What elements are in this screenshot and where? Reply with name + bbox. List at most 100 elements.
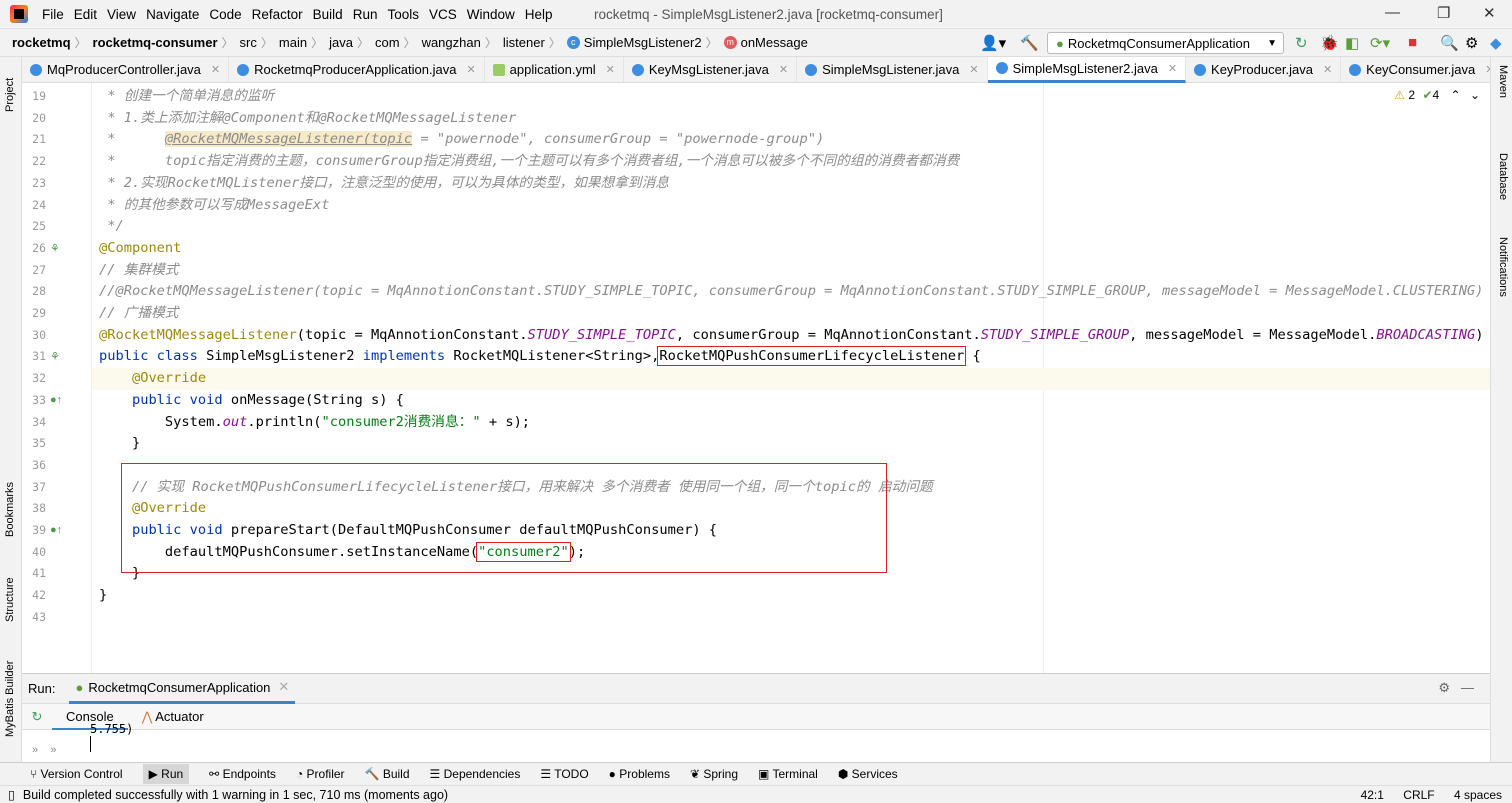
editor-tab[interactable]: SimpleMsgListener.java ✕ bbox=[797, 56, 988, 83]
minimize-icon[interactable]: — bbox=[1461, 680, 1474, 695]
editor-tab[interactable]: KeyMsgListener.java ✕ bbox=[624, 56, 798, 83]
tool-spring[interactable]: ❦ Spring bbox=[690, 767, 738, 781]
maximize-icon[interactable]: ❐ bbox=[1437, 4, 1450, 22]
gear-icon[interactable]: ⚙ bbox=[1438, 680, 1450, 696]
tool-bookmarks[interactable]: Bookmarks bbox=[4, 482, 16, 537]
code-editor[interactable]: 19 20 21 22 23 24 25 26 ⚘ 27 28 29 30 31 ⚘ 32 33 ●↑ 34 35 36… bbox=[22, 83, 1490, 673]
menu-vcs[interactable]: VCS bbox=[429, 7, 457, 22]
breadcrumb-item[interactable]: src bbox=[240, 35, 257, 50]
menu-window[interactable]: Window bbox=[467, 7, 515, 22]
tool-maven[interactable]: Maven bbox=[1497, 65, 1509, 98]
tool-project[interactable]: Project bbox=[4, 78, 16, 112]
menu-help[interactable]: Help bbox=[525, 7, 553, 22]
tool-dependencies[interactable]: ☰ Dependencies bbox=[430, 767, 521, 781]
code-token: * 2.实现RocketMQListener接口，注意泛型的使用，可以为具体的类… bbox=[99, 174, 669, 191]
line-number: 21 bbox=[32, 132, 46, 147]
stop-icon[interactable]: ■ bbox=[1408, 34, 1417, 51]
override-icon[interactable]: ●↑ bbox=[50, 394, 62, 406]
chevron-up-icon[interactable]: ⌃ bbox=[1451, 88, 1461, 102]
editor-tab[interactable]: application.yml ✕ bbox=[485, 56, 624, 83]
tool-run[interactable]: ▶ Run bbox=[142, 764, 190, 784]
menu-tools[interactable]: Tools bbox=[387, 7, 419, 22]
close-icon[interactable]: ✕ bbox=[1483, 4, 1496, 22]
breadcrumb-item[interactable]: rocketmq bbox=[12, 35, 71, 50]
run-panel: Run: ● RocketmqConsumerApplication ✕ ⚙ — ↻… bbox=[22, 673, 1490, 762]
rerun-icon[interactable]: ↻ bbox=[1295, 34, 1308, 52]
editor-tab[interactable]: KeyConsumer.java✕ bbox=[1341, 56, 1504, 83]
build-hammer-icon[interactable]: 🔨 bbox=[1020, 34, 1039, 52]
menu-view[interactable]: View bbox=[107, 7, 136, 22]
tool-endpoints[interactable]: ⚯ Endpoints bbox=[209, 767, 276, 781]
minimize-icon[interactable]: — bbox=[1385, 4, 1400, 21]
breadcrumb-item[interactable]: com bbox=[375, 35, 400, 50]
code-token: //@RocketMQMessageListener(topic = MqAnn… bbox=[99, 283, 1484, 300]
close-icon[interactable]: ✕ bbox=[211, 63, 220, 76]
run-tab[interactable]: ● RocketmqConsumerApplication ✕ bbox=[69, 674, 296, 704]
run-configuration-select[interactable]: ● RocketmqConsumerApplication ▼ bbox=[1047, 32, 1284, 54]
debug-icon[interactable]: 🐞 bbox=[1320, 34, 1339, 52]
search-icon[interactable]: 🔍 bbox=[1440, 34, 1459, 52]
tool-terminal[interactable]: ▣ Terminal bbox=[758, 767, 818, 781]
menu-refactor[interactable]: Refactor bbox=[252, 7, 303, 22]
expand-icon[interactable]: » » bbox=[32, 744, 56, 756]
close-icon[interactable]: ✕ bbox=[969, 63, 978, 76]
tool-version-control[interactable]: ⑂ Version Control bbox=[30, 767, 123, 781]
tool-profiler[interactable]: ◔ Profiler bbox=[296, 767, 345, 781]
breadcrumb-item[interactable]: wangzhan bbox=[422, 35, 481, 50]
editor-tab[interactable]: MqProducerController.java ✕ bbox=[22, 56, 230, 83]
tool-todo[interactable]: ☰ TODO bbox=[540, 767, 588, 781]
bean-icon[interactable]: ⚘ bbox=[50, 242, 60, 255]
close-icon[interactable]: ✕ bbox=[606, 63, 615, 76]
breadcrumb-item[interactable]: java bbox=[329, 35, 353, 50]
menu-file[interactable]: File bbox=[42, 7, 64, 22]
close-icon[interactable]: ✕ bbox=[1168, 62, 1177, 75]
menu-code[interactable]: Code bbox=[209, 7, 241, 22]
code-line: */ bbox=[99, 216, 124, 238]
java-class-icon bbox=[1194, 63, 1207, 76]
breadcrumb-item[interactable]: main bbox=[279, 35, 307, 50]
bean-icon[interactable]: ⚘ bbox=[50, 350, 60, 363]
rerun-icon[interactable]: ↻ bbox=[22, 709, 52, 725]
console-output[interactable]: 5.755) bbox=[90, 722, 1490, 762]
indent-setting[interactable]: 4 spaces bbox=[1454, 788, 1502, 802]
tool-services[interactable]: ⬢ Services bbox=[838, 767, 898, 781]
breadcrumb-item[interactable]: SimpleMsgListener2 bbox=[584, 35, 702, 50]
override-icon[interactable]: ●↑ bbox=[50, 524, 62, 536]
menu-run[interactable]: Run bbox=[353, 7, 378, 22]
line-separator[interactable]: CRLF bbox=[1403, 788, 1434, 802]
user-icon[interactable]: 👤▾ bbox=[980, 34, 1006, 52]
toolbox-icon[interactable]: ◆ bbox=[1490, 34, 1502, 52]
code-token: STUDY_SIMPLE_GROUP bbox=[980, 326, 1130, 343]
method-icon: m bbox=[723, 36, 737, 49]
tool-database[interactable]: Database bbox=[1497, 153, 1509, 200]
caret-position[interactable]: 42:1 bbox=[1361, 788, 1384, 802]
editor-tab[interactable]: RocketmqProducerApplication.java ✕ bbox=[229, 56, 485, 83]
editor-tab[interactable]: SimpleMsgListener2.java ✕ bbox=[987, 56, 1187, 83]
coverage-icon[interactable]: ◧ bbox=[1345, 34, 1359, 52]
close-icon[interactable]: ✕ bbox=[466, 63, 475, 76]
breadcrumb-item[interactable]: onMessage bbox=[741, 35, 808, 50]
tool-notifications[interactable]: Notifications bbox=[1497, 237, 1509, 297]
close-icon[interactable]: ✕ bbox=[278, 679, 289, 695]
gear-icon[interactable]: ⚙ bbox=[1465, 34, 1478, 52]
breadcrumb-item[interactable]: rocketmq-consumer bbox=[93, 35, 218, 50]
inspection-widget[interactable]: ⚠ 2 ✔4 ⌃ ⌄ bbox=[1394, 88, 1480, 102]
tool-mybatis-builder[interactable]: MyBatis Builder bbox=[4, 661, 16, 737]
line-number: 32 bbox=[32, 371, 46, 386]
tool-build[interactable]: 🔨 Build bbox=[365, 767, 410, 781]
menu-navigate[interactable]: Navigate bbox=[146, 7, 199, 22]
editor-tab[interactable]: KeyProducer.java ✕ bbox=[1186, 56, 1342, 83]
profile-icon[interactable]: ⟳▾ bbox=[1370, 34, 1390, 52]
line-number: 27 bbox=[32, 262, 46, 277]
chevron-down-icon[interactable]: ⌄ bbox=[1470, 88, 1480, 102]
tool-problems[interactable]: ● Problems bbox=[609, 767, 670, 781]
spring-icon: ● bbox=[75, 679, 84, 695]
close-icon[interactable]: ✕ bbox=[779, 63, 788, 76]
menu-edit[interactable]: Edit bbox=[74, 7, 97, 22]
tool-structure[interactable]: Structure bbox=[4, 577, 16, 622]
breadcrumb-item[interactable]: listener bbox=[503, 35, 545, 50]
line-number: 30 bbox=[32, 327, 46, 342]
code-token: = "powernode", consumerGroup = "powernod… bbox=[412, 131, 825, 148]
close-icon[interactable]: ✕ bbox=[1323, 63, 1332, 76]
menu-build[interactable]: Build bbox=[313, 7, 343, 22]
